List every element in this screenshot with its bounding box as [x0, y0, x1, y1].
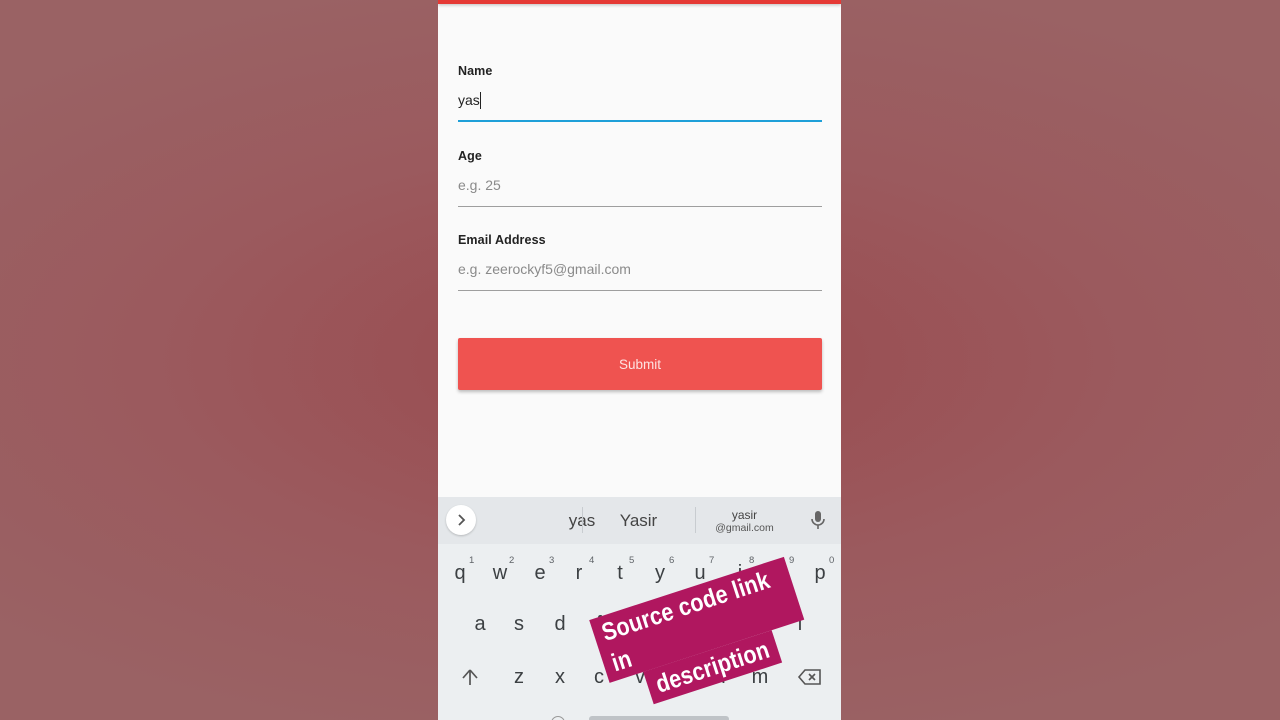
- suggestion-strip: yas Yasir yasir @gmail.com: [438, 497, 841, 544]
- key-hint: 0: [829, 555, 835, 566]
- shift-key[interactable]: [448, 653, 492, 701]
- key-hint: 2: [509, 555, 515, 566]
- email-underline: [458, 290, 822, 291]
- text-cursor: [480, 92, 481, 109]
- key-d[interactable]: d: [542, 600, 578, 648]
- chevron-right-icon: [458, 514, 466, 526]
- key-hint: 6: [669, 555, 675, 566]
- age-label: Age: [458, 149, 482, 163]
- name-input[interactable]: [458, 86, 822, 114]
- key-hint: 3: [549, 555, 555, 566]
- age-input[interactable]: [458, 171, 822, 199]
- suggestion-yasir[interactable]: Yasir: [583, 497, 694, 544]
- name-underline: [458, 120, 822, 122]
- key-hint: 7: [709, 555, 715, 566]
- name-label: Name: [458, 64, 493, 78]
- email-input[interactable]: [458, 255, 822, 283]
- suggestion-email[interactable]: yasir @gmail.com: [696, 497, 793, 544]
- email-label: Email Address: [458, 233, 546, 247]
- app-bar-edge: [438, 0, 841, 4]
- key-z[interactable]: z: [501, 653, 537, 701]
- space-bar[interactable]: [589, 716, 729, 720]
- age-underline: [458, 206, 822, 207]
- key-hint: 5: [629, 555, 635, 566]
- key-hint: 1: [469, 555, 475, 566]
- submit-button[interactable]: Submit: [458, 338, 822, 390]
- expand-toolbar-button[interactable]: [446, 505, 476, 535]
- backspace-key[interactable]: [788, 653, 832, 701]
- key-hint: 8: [749, 555, 755, 566]
- backspace-icon: [797, 669, 821, 685]
- shift-arrow-icon: [462, 669, 478, 685]
- key-hint: 4: [589, 555, 595, 566]
- key-x[interactable]: x: [542, 653, 578, 701]
- suggestion-email-domain: @gmail.com: [715, 521, 774, 534]
- key-a[interactable]: a: [462, 600, 498, 648]
- microphone-icon[interactable]: [808, 509, 828, 531]
- key-s[interactable]: s: [501, 600, 537, 648]
- suggestion-email-user: yasir: [731, 507, 758, 522]
